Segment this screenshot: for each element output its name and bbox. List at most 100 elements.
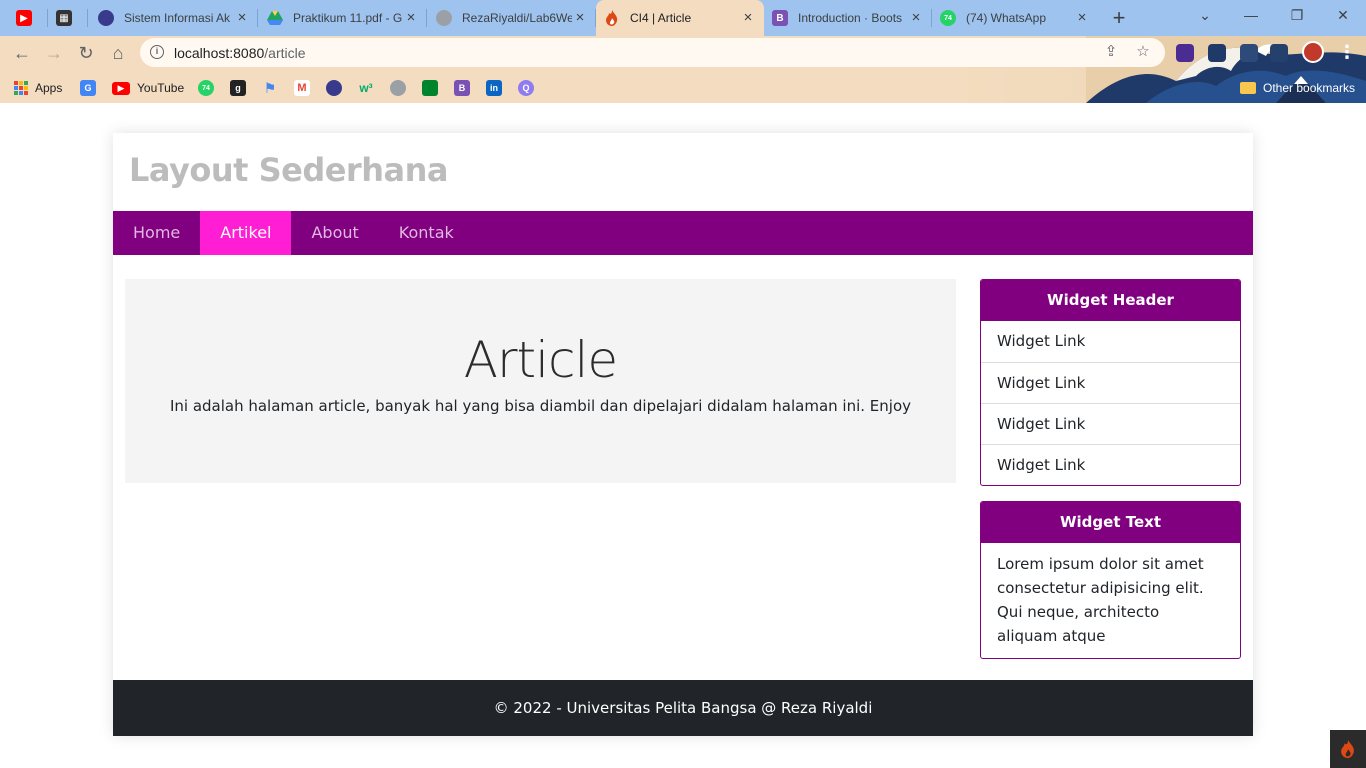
codeigniter-icon [1341, 739, 1354, 759]
codeigniter-icon [604, 10, 620, 26]
google-translate-icon: G [80, 80, 96, 96]
restore-button[interactable]: ❐ [1274, 0, 1320, 30]
bookmark-search[interactable]: Q [518, 77, 534, 99]
tab-title: CI4 | Article [630, 11, 692, 25]
widget-links: Widget Header Widget Link Widget Link Wi… [980, 279, 1241, 486]
bookmark-whatsapp[interactable]: 74 [198, 77, 214, 99]
tab-title: Introduction · Boots [798, 11, 903, 25]
browser-tab-strip: ▶ ▦ Sistem Informasi Ak × Praktikum 11.p… [0, 0, 1366, 36]
bookmark-gmail[interactable]: M [294, 77, 310, 99]
close-icon[interactable]: × [908, 10, 924, 26]
bookmark-w3schools[interactable]: w³ [358, 77, 374, 99]
back-button[interactable]: ← [10, 41, 34, 65]
nav-link-artikel[interactable]: Artikel [200, 211, 292, 255]
whatsapp-icon: 74 [940, 10, 956, 26]
extension-icon[interactable] [1208, 44, 1226, 62]
site-container: Layout Sederhana Home Artikel About Kont… [113, 133, 1253, 736]
gmail-icon: M [294, 80, 310, 96]
bookmark-bootstrap[interactable]: B [454, 77, 470, 99]
university-icon [98, 10, 114, 26]
tab-ci4-article[interactable]: CI4 | Article × [596, 0, 764, 36]
codeigniter-debug-toolbar-button[interactable] [1330, 730, 1366, 768]
menu-icon[interactable]: ⋮ [1338, 42, 1356, 62]
minimize-button[interactable]: — [1228, 0, 1274, 30]
widget-link[interactable]: Widget Link [981, 403, 1240, 444]
widget-header: Widget Header [981, 280, 1240, 321]
whatsapp-icon: 74 [198, 80, 214, 96]
tab-bootstrap[interactable]: B Introduction · Boots × [764, 0, 932, 36]
youtube-icon: ▶ [112, 81, 130, 95]
extension-icon[interactable] [1176, 44, 1194, 62]
close-icon[interactable]: × [403, 10, 419, 26]
profile-avatar[interactable] [1302, 41, 1324, 63]
tab-title: Praktikum 11.pdf - G [293, 11, 403, 25]
bookmark-translate[interactable]: G [80, 77, 96, 99]
tab-title: Sistem Informasi Ak [124, 11, 231, 25]
hero-title: Article [463, 331, 618, 389]
qr-icon: ▦ [56, 10, 72, 26]
close-icon[interactable]: × [1074, 10, 1090, 26]
google-drive-icon [267, 10, 283, 26]
google-meet-icon [422, 80, 438, 96]
goodreads-icon: g [230, 80, 246, 96]
widget-link[interactable]: Widget Link [981, 362, 1240, 403]
bookmark-university[interactable] [326, 77, 342, 99]
bookmark-youtube[interactable]: ▶ YouTube [112, 77, 184, 99]
widget-link[interactable]: Widget Link [981, 444, 1240, 485]
article-hero: Article Ini adalah halaman article, bany… [125, 279, 956, 483]
site-header: Layout Sederhana [113, 133, 1253, 211]
main-nav: Home Artikel About Kontak [113, 211, 1253, 255]
bookmark-star-icon[interactable]: ☆ [1134, 43, 1152, 61]
bookmark-meet[interactable] [422, 77, 438, 99]
new-tab-button[interactable]: + [1106, 5, 1132, 31]
nav-link-about[interactable]: About [291, 211, 378, 255]
bookmark-apps[interactable]: Apps [14, 77, 62, 99]
bookmark-flag[interactable]: ⚑ [262, 77, 278, 99]
reload-button[interactable]: ↻ [74, 41, 98, 65]
tab-whatsapp[interactable]: 74 (74) WhatsApp × [932, 0, 1098, 36]
widget-link[interactable]: Widget Link [981, 321, 1240, 362]
nav-link-kontak[interactable]: Kontak [379, 211, 474, 255]
page-viewport: Layout Sederhana Home Artikel About Kont… [0, 103, 1366, 768]
bookmark-linkedin[interactable]: in [486, 77, 502, 99]
share-icon[interactable]: ⇪ [1102, 43, 1120, 61]
w3schools-icon: w³ [359, 81, 373, 95]
tab-title: (74) WhatsApp [966, 11, 1047, 25]
tab-youtube[interactable]: ▶ [8, 0, 48, 36]
sidebar-icon[interactable] [1270, 44, 1288, 62]
tab-sistem-informasi[interactable]: Sistem Informasi Ak × [90, 0, 258, 36]
puzzle-icon[interactable] [1240, 44, 1258, 62]
tab-github[interactable]: RezaRiyaldi/Lab6We × [428, 0, 596, 36]
address-bar[interactable]: i localhost:8080/article ⇪ ☆ [140, 38, 1165, 67]
tab-title: RezaRiyaldi/Lab6We [462, 11, 572, 25]
close-icon[interactable]: × [234, 10, 250, 26]
url-text: localhost:8080/article [174, 45, 306, 61]
github-icon [390, 80, 406, 96]
folder-icon [1240, 82, 1256, 94]
browser-toolbar: ← → ↻ ⌂ i localhost:8080/article ⇪ ☆ ⋮ A… [0, 36, 1366, 103]
bookmark-goodreads[interactable]: g [230, 77, 246, 99]
widget-text: Widget Text Lorem ipsum dolor sit amet c… [980, 501, 1241, 659]
tab-qr[interactable]: ▦ [48, 0, 88, 36]
site-footer: © 2022 - Universitas Pelita Bangsa @ Rez… [113, 680, 1253, 736]
home-button[interactable]: ⌂ [106, 41, 130, 65]
close-icon[interactable]: × [740, 10, 756, 26]
site-info-icon[interactable]: i [150, 45, 164, 59]
github-icon [436, 10, 452, 26]
nav-link-home[interactable]: Home [113, 211, 200, 255]
youtube-icon: ▶ [16, 10, 32, 26]
apps-icon [14, 81, 28, 95]
search-icon: Q [518, 80, 534, 96]
close-icon[interactable]: × [572, 10, 588, 26]
forward-button[interactable]: → [42, 41, 66, 65]
flag-icon: ⚑ [263, 79, 277, 96]
widget-body: Lorem ipsum dolor sit amet consectetur a… [997, 555, 1204, 645]
tab-praktikum-pdf[interactable]: Praktikum 11.pdf - G × [259, 0, 427, 36]
other-bookmarks[interactable]: Other bookmarks [1240, 77, 1355, 99]
bootstrap-icon: B [454, 80, 470, 96]
bookmark-github[interactable] [390, 77, 406, 99]
linkedin-icon: in [486, 80, 502, 96]
tab-search-icon[interactable]: ⌄ [1182, 0, 1228, 30]
close-window-button[interactable]: ✕ [1320, 0, 1366, 30]
university-icon [326, 80, 342, 96]
